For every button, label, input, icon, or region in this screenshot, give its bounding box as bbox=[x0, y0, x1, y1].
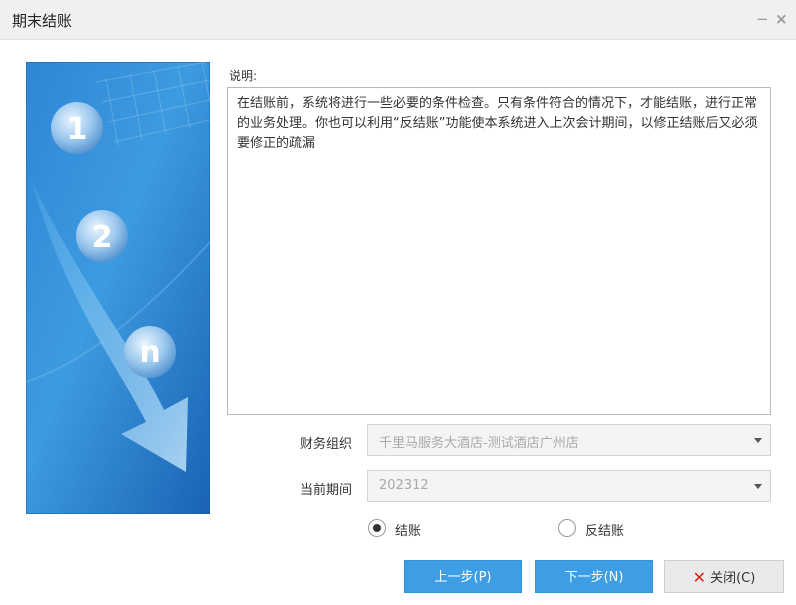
period-select[interactable]: 202312 bbox=[367, 470, 771, 502]
close-button[interactable]: ✕ 关闭(C) bbox=[664, 560, 784, 593]
chevron-down-icon bbox=[754, 438, 762, 443]
chevron-down-icon bbox=[754, 484, 762, 489]
description-text: 在结账前，系统将进行一些必要的条件检查。只有条件符合的情况下，才能结账，进行正常… bbox=[237, 96, 758, 151]
step-2-label: 2 bbox=[92, 220, 113, 255]
close-button-label: 关闭(C) bbox=[710, 571, 756, 586]
title-bar: 期末结账 − × bbox=[0, 0, 796, 40]
radio-circle bbox=[558, 519, 576, 537]
window-title: 期末结账 bbox=[12, 12, 73, 30]
org-select[interactable]: 千里马服务大酒店-测试酒店广州店 bbox=[367, 424, 771, 456]
period-label: 当前期间 bbox=[299, 483, 352, 498]
wizard-steps-illustration: 1 2 n bbox=[26, 62, 210, 514]
step-1-label: 1 bbox=[67, 112, 88, 147]
step-n-label: n bbox=[139, 335, 160, 370]
minimize-button[interactable]: − bbox=[756, 10, 769, 28]
x-icon: ✕ bbox=[692, 568, 707, 587]
prev-step-button[interactable]: 上一步(P) bbox=[404, 560, 522, 593]
radio-circle bbox=[368, 519, 386, 537]
period-end-closing-dialog: 期末结账 − × 1 2 n 说明: 在结账前，系统将进行一些必要的条件检查。只… bbox=[0, 0, 796, 605]
description-label: 说明: bbox=[229, 69, 258, 83]
period-value: 202312 bbox=[379, 478, 429, 493]
description-textbox[interactable]: 在结账前，系统将进行一些必要的条件检查。只有条件符合的情况下，才能结账，进行正常… bbox=[227, 87, 771, 415]
radio-reverse-close-label: 反结账 bbox=[585, 524, 625, 539]
org-label: 财务组织 bbox=[299, 437, 352, 452]
next-step-button[interactable]: 下一步(N) bbox=[535, 560, 653, 593]
radio-selected-dot bbox=[373, 524, 381, 532]
close-window-button[interactable]: × bbox=[775, 10, 788, 28]
radio-close-period-label: 结账 bbox=[395, 524, 422, 539]
org-value: 千里马服务大酒店-测试酒店广州店 bbox=[379, 436, 579, 451]
